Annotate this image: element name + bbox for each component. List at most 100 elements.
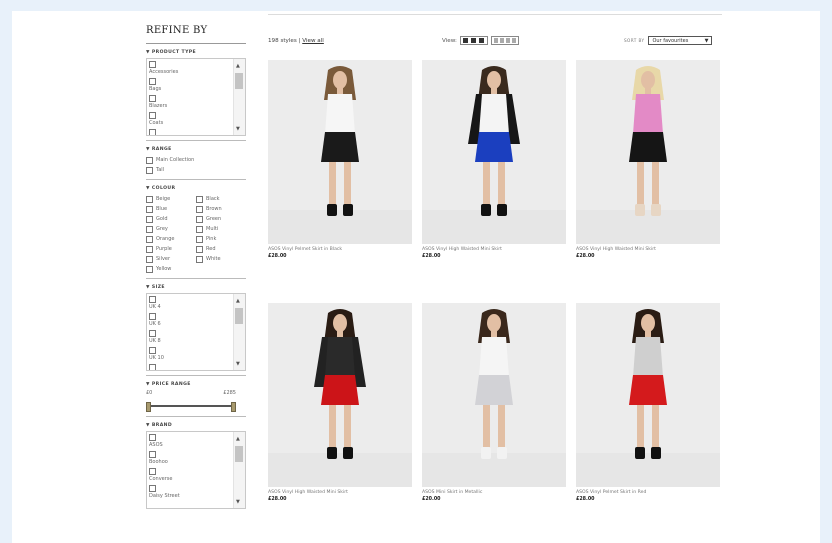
option-main-collection[interactable]: Main Collection <box>146 155 246 165</box>
checkbox[interactable] <box>146 166 153 174</box>
list-item[interactable]: Accessories <box>149 61 233 78</box>
product-card[interactable]: ASOS Mini Skirt in Metallic £20.00 <box>422 303 566 502</box>
product-type-listbox[interactable]: Accessories Bags Blazers Coats ▲ ▼ <box>146 58 246 136</box>
checkbox[interactable] <box>149 296 156 303</box>
product-name[interactable]: ASOS Vinyl Pelmet Skirt in Black <box>268 247 412 252</box>
product-card[interactable]: ASOS Vinyl High Waisted Mini Skirt £28.0… <box>268 303 412 502</box>
scrollbar[interactable]: ▲ ▼ <box>233 59 245 135</box>
product-image[interactable] <box>422 303 566 487</box>
slider-handle-min[interactable] <box>146 402 151 412</box>
checkbox[interactable] <box>149 95 156 102</box>
list-item[interactable]: UK 8 <box>149 330 233 347</box>
view-large-grid-button[interactable] <box>459 36 488 45</box>
list-item[interactable]: UK 6 <box>149 313 233 330</box>
option-tall[interactable]: Tall <box>146 165 246 175</box>
colour-option[interactable]: Gold <box>146 214 196 224</box>
product-card[interactable]: ASOS Vinyl High Waisted Mini Skirt £28.0… <box>576 60 720 259</box>
list-item[interactable]: Coats <box>149 112 233 129</box>
scroll-up-icon[interactable]: ▲ <box>236 436 240 442</box>
checkbox[interactable] <box>146 215 153 223</box>
product-name[interactable]: ASOS Vinyl High Waisted Mini Skirt <box>268 490 412 495</box>
list-item[interactable]: Blazers <box>149 95 233 112</box>
checkbox[interactable] <box>196 225 203 233</box>
colour-option[interactable]: Yellow <box>146 264 196 274</box>
checkbox[interactable] <box>196 235 203 243</box>
filter-toggle-colour[interactable]: ▼ COLOUR <box>146 184 246 194</box>
colour-option[interactable]: Purple <box>146 244 196 254</box>
sort-select[interactable]: Our favourites ▼ <box>648 36 713 45</box>
checkbox[interactable] <box>146 195 153 203</box>
colour-option[interactable]: Beige <box>146 194 196 204</box>
product-image[interactable] <box>576 60 720 244</box>
checkbox[interactable] <box>149 451 156 458</box>
colour-option[interactable]: Pink <box>196 234 246 244</box>
checkbox[interactable] <box>149 485 156 492</box>
filter-toggle-range[interactable]: ▼ RANGE <box>146 145 246 155</box>
checkbox[interactable] <box>146 205 153 213</box>
product-name[interactable]: ASOS Vinyl Pelmet Skirt in Red <box>576 490 720 495</box>
filter-toggle-size[interactable]: ▼ SIZE <box>146 283 246 293</box>
colour-option[interactable]: White <box>196 254 246 264</box>
checkbox[interactable] <box>196 255 203 263</box>
checkbox[interactable] <box>149 468 156 475</box>
product-name[interactable]: ASOS Mini Skirt in Metallic <box>422 490 566 495</box>
slider-handle-max[interactable] <box>231 402 236 412</box>
checkbox[interactable] <box>146 156 153 164</box>
colour-option[interactable]: Blue <box>146 204 196 214</box>
checkbox[interactable] <box>196 205 203 213</box>
product-name[interactable]: ASOS Vinyl High Waisted Mini Skirt <box>576 247 720 252</box>
checkbox[interactable] <box>149 347 156 354</box>
colour-option[interactable]: Brown <box>196 204 246 214</box>
colour-option[interactable]: Black <box>196 194 246 204</box>
checkbox[interactable] <box>149 129 156 135</box>
scrollbar-thumb[interactable] <box>235 308 243 324</box>
filter-toggle-price-range[interactable]: ▼ PRICE RANGE <box>146 380 246 390</box>
list-item[interactable]: UK 10 <box>149 347 233 364</box>
product-card[interactable]: ASOS Vinyl Pelmet Skirt in Red £28.00 <box>576 303 720 502</box>
checkbox[interactable] <box>146 225 153 233</box>
checkbox[interactable] <box>149 78 156 85</box>
list-item[interactable]: Bags <box>149 78 233 95</box>
filter-toggle-brand[interactable]: ▼ BRAND <box>146 421 246 431</box>
view-small-grid-button[interactable] <box>490 36 519 45</box>
scroll-up-icon[interactable]: ▲ <box>236 63 240 69</box>
list-item[interactable]: Boohoo <box>149 451 233 468</box>
checkbox[interactable] <box>146 245 153 253</box>
colour-option[interactable]: Silver <box>146 254 196 264</box>
checkbox[interactable] <box>146 235 153 243</box>
scrollbar-thumb[interactable] <box>235 73 243 89</box>
colour-option[interactable]: Red <box>196 244 246 254</box>
scrollbar-thumb[interactable] <box>235 446 243 462</box>
list-item[interactable]: Converse <box>149 468 233 485</box>
colour-option[interactable]: Green <box>196 214 246 224</box>
checkbox[interactable] <box>146 255 153 263</box>
scrollbar[interactable]: ▲ ▼ <box>233 294 245 370</box>
list-item[interactable] <box>149 129 233 135</box>
scroll-down-icon[interactable]: ▼ <box>236 126 240 132</box>
list-item[interactable] <box>149 364 233 370</box>
list-item[interactable]: UK 4 <box>149 296 233 313</box>
list-item[interactable]: ASOS <box>149 434 233 451</box>
size-listbox[interactable]: UK 4 UK 6 UK 8 UK 10 ▲ ▼ <box>146 293 246 371</box>
checkbox[interactable] <box>196 195 203 203</box>
product-name[interactable]: ASOS Vinyl High Waisted Mini Skirt <box>422 247 566 252</box>
scroll-down-icon[interactable]: ▼ <box>236 361 240 367</box>
checkbox[interactable] <box>146 265 153 273</box>
checkbox[interactable] <box>149 61 156 68</box>
checkbox[interactable] <box>149 434 156 441</box>
product-image[interactable] <box>268 303 412 487</box>
list-item[interactable]: Daisy Street <box>149 485 233 502</box>
colour-option[interactable]: Multi <box>196 224 246 234</box>
scrollbar[interactable]: ▲ ▼ <box>233 432 245 508</box>
checkbox[interactable] <box>149 313 156 320</box>
product-card[interactable]: ASOS Vinyl High Waisted Mini Skirt £28.0… <box>422 60 566 259</box>
checkbox[interactable] <box>196 215 203 223</box>
checkbox[interactable] <box>196 245 203 253</box>
product-image[interactable] <box>422 60 566 244</box>
colour-option[interactable]: Grey <box>146 224 196 234</box>
price-slider[interactable] <box>146 400 236 412</box>
checkbox[interactable] <box>149 330 156 337</box>
colour-option[interactable]: Orange <box>146 234 196 244</box>
product-image[interactable] <box>268 60 412 244</box>
product-card[interactable]: ASOS Vinyl Pelmet Skirt in Black £28.00 <box>268 60 412 259</box>
